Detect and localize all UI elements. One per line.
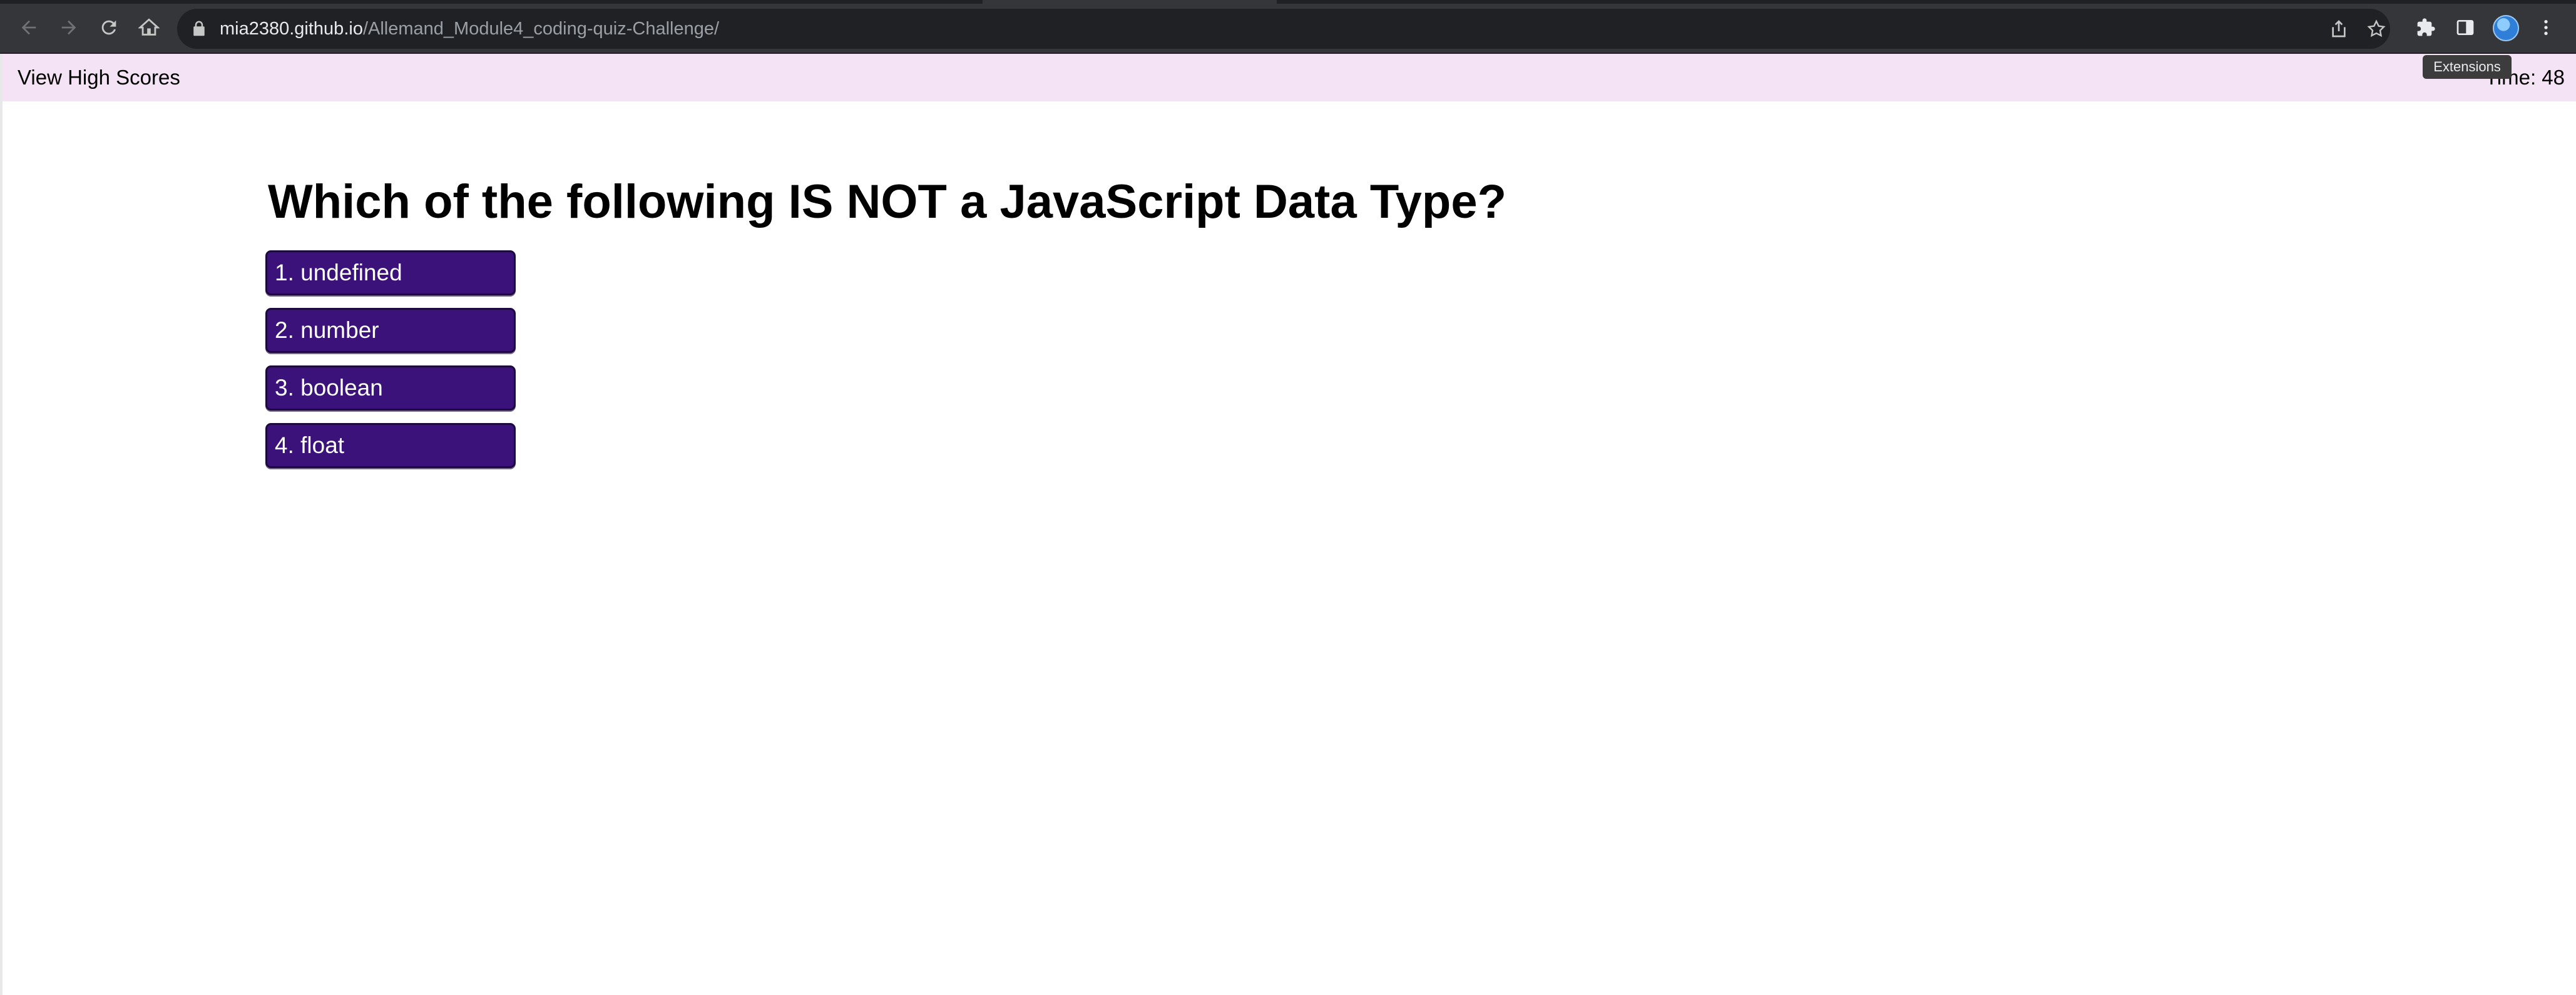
back-arrow-icon	[21, 20, 36, 35]
url-host: mia2380.github.io	[220, 19, 363, 39]
page-content: View High Scores Time: 48 Which of the f…	[0, 54, 2576, 995]
share-icon	[2332, 20, 2346, 38]
home-button[interactable]	[135, 14, 163, 41]
url-path: /Allemand_Module4_coding-quiz-Challenge/	[362, 19, 720, 39]
choice-button-4[interactable]: 4. float	[265, 423, 516, 468]
choice-button-2[interactable]: 2. number	[265, 308, 516, 353]
url-text[interactable]: mia2380.github.io/Allemand_Module4_codin…	[220, 18, 719, 40]
puzzle-icon	[2417, 18, 2435, 36]
lock-icon[interactable]	[190, 19, 208, 39]
extensions-tooltip: Extensions	[2423, 55, 2512, 79]
question-title: Which of the following IS NOT a JavaScri…	[268, 175, 1507, 228]
forward-button[interactable]	[55, 14, 83, 41]
address-bar[interactable]: mia2380.github.io/Allemand_Module4_codin…	[177, 9, 2390, 49]
bookmark-button[interactable]	[2364, 16, 2389, 41]
profile-avatar[interactable]	[2493, 15, 2519, 41]
back-button[interactable]	[15, 14, 43, 41]
view-high-scores-link[interactable]: View High Scores	[18, 65, 180, 90]
browser-toolbar: mia2380.github.io/Allemand_Module4_codin…	[0, 0, 2576, 54]
active-tab-edge[interactable]	[983, 0, 1277, 4]
home-icon	[138, 18, 160, 36]
quiz-header: View High Scores Time: 48	[3, 54, 2576, 101]
share-button[interactable]	[2326, 16, 2351, 41]
star-icon	[2367, 19, 2386, 38]
reload-button[interactable]	[95, 14, 123, 41]
reload-icon	[101, 20, 116, 35]
side-panel-icon	[2456, 20, 2474, 35]
tab-strip	[0, 0, 2576, 4]
menu-button[interactable]	[2533, 15, 2558, 40]
choice-button-1[interactable]: 1. undefined	[265, 250, 516, 295]
extensions-button[interactable]	[2413, 15, 2438, 40]
forward-arrow-icon	[61, 20, 76, 35]
side-panel-button[interactable]	[2453, 15, 2478, 40]
kebab-menu-icon	[2544, 20, 2548, 35]
choice-button-3[interactable]: 3. boolean	[265, 365, 516, 411]
